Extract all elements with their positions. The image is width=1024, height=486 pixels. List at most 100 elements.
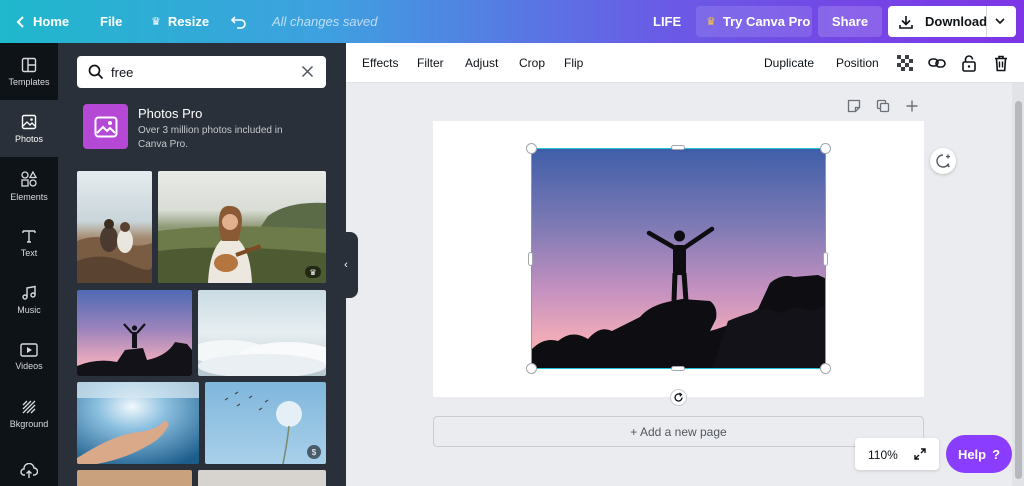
resize-handle-bottom-right[interactable]: [820, 363, 831, 374]
silhouette-sunset-image: [77, 290, 192, 376]
resize-handle-bottom[interactable]: [671, 366, 685, 371]
transparency-icon: [897, 55, 913, 71]
flip-button[interactable]: Flip: [564, 43, 583, 83]
filter-button[interactable]: Filter: [417, 43, 444, 83]
chevron-left-icon: [16, 15, 24, 28]
photos-pro-title: Photos Pro: [138, 106, 203, 121]
duplicate-page-button[interactable]: [876, 99, 890, 118]
copy-icon: [876, 99, 890, 113]
effects-button[interactable]: Effects: [362, 43, 398, 83]
fullscreen-icon[interactable]: [914, 448, 926, 460]
delete-button[interactable]: [991, 53, 1011, 73]
link-button[interactable]: [927, 53, 947, 73]
zoom-level: 110%: [868, 448, 898, 462]
try-pro-button[interactable]: ♛ Try Canva Pro: [696, 6, 812, 37]
photo-thumbnail-hand-sea[interactable]: [77, 382, 199, 464]
close-icon[interactable]: [301, 65, 314, 78]
add-new-page-button[interactable]: + Add a new page: [433, 416, 924, 447]
photo-thumbnail-partial[interactable]: [77, 470, 192, 486]
photos-panel: Photos Pro Over 3 million photos include…: [58, 43, 346, 486]
hand-over-sea-image: [77, 382, 199, 464]
add-page-icon-button[interactable]: [905, 99, 919, 118]
download-icon: [899, 15, 913, 29]
photos-pro-description: Over 3 million photos included in Canva …: [138, 125, 283, 150]
home-button[interactable]: Home: [16, 0, 69, 43]
photo-thumbnail-partial-2[interactable]: [198, 470, 326, 486]
rail-item-videos[interactable]: Videos: [0, 328, 58, 385]
rail-item-text[interactable]: Text: [0, 214, 58, 271]
beach-couple-image: [77, 171, 152, 283]
file-menu[interactable]: File: [100, 0, 122, 43]
upload-icon: [20, 462, 38, 478]
edit-toolbar: Effects Filter Adjust Crop Flip Duplicat…: [346, 43, 1024, 83]
share-label: Share: [831, 14, 869, 29]
canvas-scrollbar[interactable]: [1012, 83, 1024, 486]
file-label: File: [100, 14, 123, 29]
rail-label: Text: [20, 247, 38, 258]
undo-button[interactable]: [230, 0, 247, 43]
try-pro-label: Try Canva Pro: [722, 14, 811, 29]
resize-label: Resize: [167, 14, 210, 29]
rail-label: Music: [17, 304, 41, 315]
photo-thumbnail-dandelion[interactable]: $: [205, 382, 326, 464]
undo-icon: [230, 15, 246, 29]
help-label: Help: [957, 446, 987, 462]
duplicate-button[interactable]: Duplicate: [764, 43, 814, 83]
photos-pro-card[interactable]: Photos Pro Over 3 million photos include…: [83, 104, 333, 150]
photos-pro-logo: [83, 104, 128, 149]
scrollbar-thumb[interactable]: [1015, 101, 1022, 479]
selected-photo[interactable]: [531, 148, 826, 369]
photo-thumbnail-couple-beach[interactable]: [77, 171, 152, 283]
rail-item-background[interactable]: Bkground: [0, 385, 58, 442]
resize-handle-right[interactable]: [823, 252, 828, 266]
document-title[interactable]: LIFE: [653, 0, 681, 43]
rail-label: Videos: [15, 360, 43, 371]
resize-handle-top-right[interactable]: [820, 143, 831, 154]
resize-button[interactable]: ♛ Resize: [151, 0, 209, 43]
rotate-icon: [674, 392, 683, 402]
photo-thumbnail-ukulele[interactable]: ♛: [158, 171, 326, 283]
rail-label: Bkground: [9, 418, 49, 429]
rail-item-templates[interactable]: Templates: [0, 43, 58, 100]
zoom-control[interactable]: 110%: [855, 438, 939, 470]
image-icon: [94, 116, 117, 137]
lock-button[interactable]: [959, 53, 979, 73]
adjust-button[interactable]: Adjust: [465, 43, 498, 83]
collapse-panel-button[interactable]: ‹: [334, 232, 358, 298]
resize-handle-bottom-left[interactable]: [526, 363, 537, 374]
photo-thumbnail-silhouette[interactable]: [77, 290, 192, 376]
partial-image: [198, 470, 326, 486]
page-notes-button[interactable]: [847, 99, 861, 118]
share-button[interactable]: Share: [818, 6, 882, 37]
rail-item-music[interactable]: Music: [0, 271, 58, 328]
question-icon: ?: [992, 446, 1001, 462]
transparency-button[interactable]: [895, 53, 915, 73]
rail-item-uploads[interactable]: [0, 442, 58, 486]
rail-item-elements[interactable]: Elements: [0, 157, 58, 214]
crown-icon: ♛: [305, 266, 321, 278]
crop-button[interactable]: Crop: [519, 43, 545, 83]
chevron-down-icon[interactable]: [994, 15, 1006, 27]
download-button[interactable]: Download: [888, 6, 1016, 37]
add-comment-button[interactable]: [930, 148, 956, 174]
chevron-left-icon: ‹: [344, 259, 348, 271]
paid-badge: $: [307, 445, 321, 459]
templates-icon: [21, 57, 37, 72]
rail-item-photos[interactable]: Photos: [0, 100, 58, 157]
resize-handle-top-left[interactable]: [526, 143, 537, 154]
photo-thumbnail-clouds[interactable]: [198, 290, 326, 376]
top-bar: Home File ♛ Resize All changes saved LIF…: [0, 0, 1024, 43]
partial-image: [77, 470, 192, 486]
silhouette-sunset-photo: [532, 149, 825, 368]
resize-handle-top[interactable]: [671, 145, 685, 150]
help-button[interactable]: Help ?: [946, 435, 1012, 473]
rail-label: Elements: [10, 191, 48, 202]
download-divider: [986, 6, 987, 37]
search-input[interactable]: [111, 56, 291, 88]
note-icon: [847, 99, 861, 113]
elements-icon: [21, 170, 38, 187]
rotate-handle[interactable]: [670, 389, 687, 406]
resize-handle-left[interactable]: [528, 252, 533, 266]
position-button[interactable]: Position: [836, 43, 879, 83]
search-icon: [88, 64, 104, 80]
